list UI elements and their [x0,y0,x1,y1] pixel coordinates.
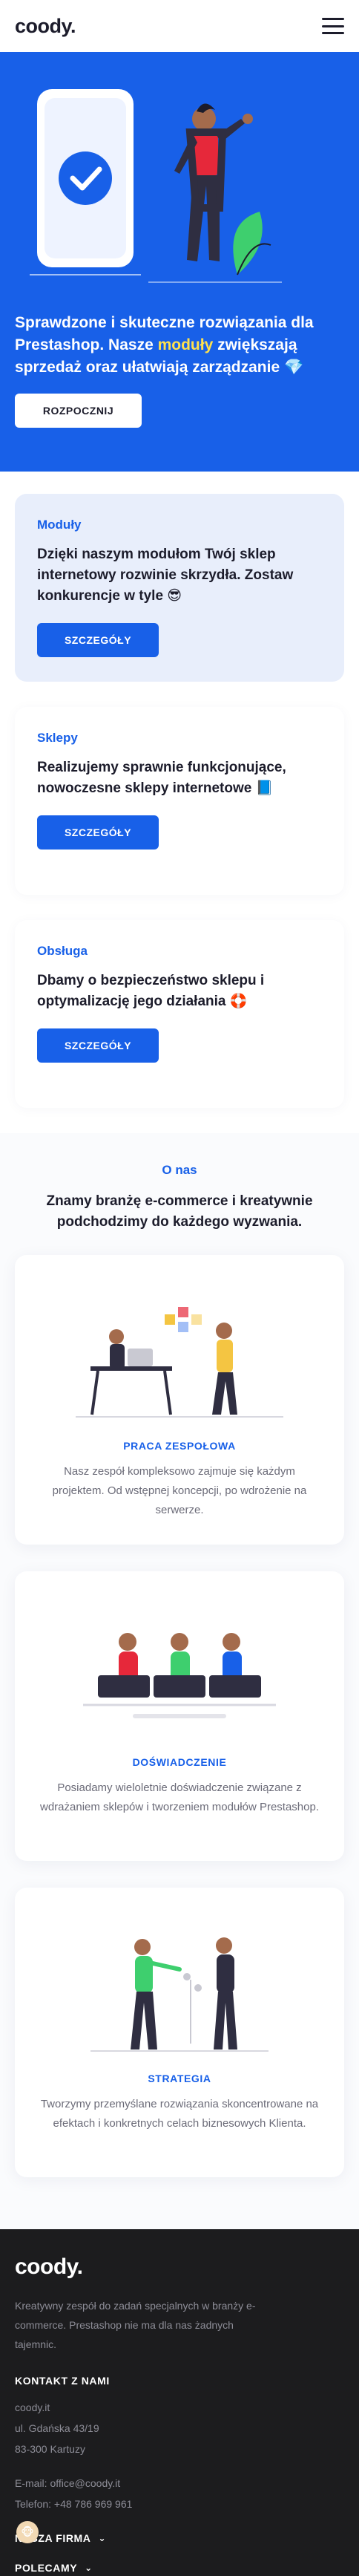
footer-menu-label: POLECAMY [15,2562,78,2574]
feature-text: Posiadamy wieloletnie doświadczenie zwią… [40,1781,319,1813]
contact-heading: KONTAKT Z NAMI [15,2375,110,2387]
feature-text: Tworzymy przemyślane rozwiązania skoncen… [40,2098,319,2130]
teamwork-illustration [76,1307,283,1418]
services-section: Moduły Dzięki naszym modułom Twój sklep … [0,472,359,1108]
about-title: O nas [162,1163,197,1177]
footer-description: Kreatywny zespół do zadań specjalnych w … [15,2300,256,2350]
hero-text-highlight: moduły [157,336,214,353]
feature-title: STRATEGIA [148,2073,211,2084]
service-text: Realizujemy sprawnie funkcjonujące, nowo… [37,760,286,796]
details-button[interactable]: SZCZEGÓŁY [37,1028,159,1063]
footer-menu-recommended[interactable]: POLECAMY ⌄ [15,2562,344,2574]
details-button[interactable]: SZCZEGÓŁY [37,623,159,657]
chevron-down-icon: ⌄ [85,2563,93,2573]
phone-link[interactable]: Telefon: +48 786 969 961 [15,2494,344,2514]
service-title: Sklepy [37,731,78,745]
chevron-down-icon: ⌄ [98,2533,107,2543]
service-title: Moduły [37,518,82,532]
feature-card-experience: DOŚWIADCZENIE Posiadamy wieloletnie dośw… [15,1571,344,1861]
feature-card-strategy: STRATEGIA Tworzymy przemyślane rozwiązan… [15,1888,344,2177]
hero-section: Sprawdzone i skuteczne rozwiązania dla P… [0,52,359,472]
logo[interactable]: coody. [15,15,76,38]
diamond-icon: 💎 [283,359,304,376]
service-text: Dzięki naszym modułom Twój sklep interne… [37,547,294,604]
start-button[interactable]: ROZPOCZNIJ [15,394,142,428]
experience-illustration [83,1633,276,1718]
strategy-illustration [90,1937,269,2052]
about-heading: Znamy branżę e-commerce i kreatywnie pod… [46,1193,313,1230]
address-line: 83-300 Kartuzy [15,2443,85,2455]
site-header: coody. [0,0,359,52]
address-line: ul. Gdańska 43/19 [15,2422,99,2434]
service-text: Dbamy o bezpieczeństwo sklepu i optymali… [37,973,265,1009]
service-card-modules[interactable]: Moduły Dzięki naszym modułom Twój sklep … [15,494,344,682]
hero-headline: Sprawdzone i skuteczne rozwiązania dla P… [15,312,341,379]
feature-title: PRACA ZESPOŁOWA [123,1440,236,1452]
hero-illustration [30,89,282,283]
feature-title: DOŚWIADCZENIE [132,1756,227,1768]
feature-text: Nasz zespół kompleksowo zajmuje się każd… [52,1465,307,1516]
footer-logo[interactable]: coody. [15,2254,344,2280]
service-title: Obsługa [37,944,88,958]
hamburger-menu-icon[interactable] [322,18,344,34]
about-section: O nas Znamy branżę e-commerce i kreatywn… [0,1133,359,2229]
details-button[interactable]: SZCZEGÓŁY [37,815,159,850]
site-footer: coody. Kreatywny zespół do zadań specjal… [0,2229,359,2576]
service-card-support[interactable]: Obsługa Dbamy o bezpieczeństwo sklepu i … [15,920,344,1108]
address-line: coody.it [15,2401,50,2413]
footer-menu-company[interactable]: NASZA FIRMA ⌄ [15,2532,344,2544]
email-link[interactable]: E-mail: office@coody.it [15,2473,344,2494]
feature-card-teamwork: PRACA ZESPOŁOWA Nasz zespół kompleksowo … [15,1255,344,1545]
service-card-shops[interactable]: Sklepy Realizujemy sprawnie funkcjonując… [15,707,344,895]
chat-avatar-icon[interactable]: 🐵 [16,2521,39,2543]
